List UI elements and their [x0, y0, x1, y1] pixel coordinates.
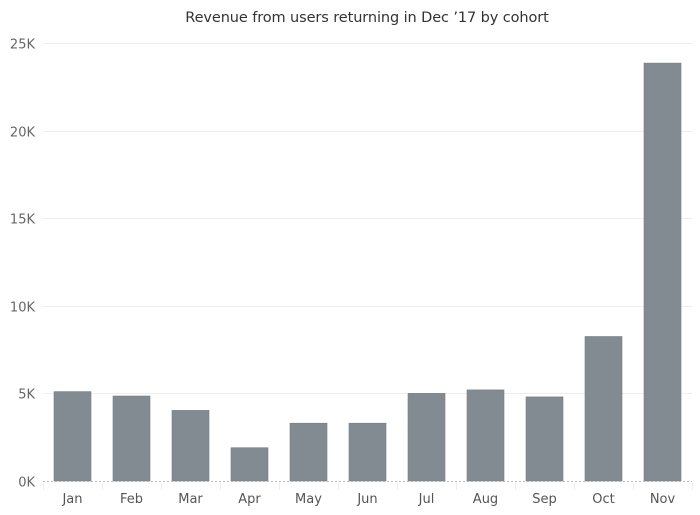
x-tick-label: Nov	[650, 492, 676, 507]
y-tick-label: 0K	[18, 476, 35, 491]
bar-jan[interactable]	[53, 391, 92, 482]
y-tick-label: 20K	[10, 126, 36, 141]
x-tick-label: Jun	[356, 492, 377, 507]
bar-nov[interactable]	[643, 62, 682, 482]
y-tick-label: 25K	[10, 38, 36, 53]
bar-chart: 0K 5K 10K 15K 20K 25K Jan Feb Mar Apr May Jun Jul Au…	[10, 38, 693, 507]
y-axis: 0K 5K 10K 15K 20K 25K	[10, 38, 36, 491]
bar-may[interactable]	[289, 422, 328, 482]
bar-aug[interactable]	[466, 389, 505, 482]
x-axis: Jan Feb Mar Apr May Jun Jul Aug Sep Oct Nov	[43, 483, 693, 507]
x-tick-label: May	[295, 492, 322, 507]
x-tick-label: Sep	[532, 492, 557, 507]
y-tick-label: 10K	[10, 301, 36, 316]
y-tick-label: 5K	[18, 388, 35, 403]
bars	[53, 62, 682, 482]
bar-apr[interactable]	[230, 447, 269, 482]
bar-jun[interactable]	[348, 422, 387, 482]
bar-mar[interactable]	[171, 410, 210, 482]
x-tick-label: Apr	[238, 492, 261, 507]
bar-sep[interactable]	[525, 396, 564, 482]
x-tick-label: Jan	[61, 492, 82, 507]
bar-feb[interactable]	[112, 395, 151, 482]
y-tick-label: 15K	[10, 213, 36, 228]
x-tick-label: Mar	[178, 492, 203, 507]
x-tick-label: Aug	[473, 492, 498, 507]
x-tick-label: Feb	[120, 492, 143, 507]
x-tick-label: Jul	[418, 492, 435, 507]
bar-jul[interactable]	[407, 393, 446, 482]
x-tick-label: Oct	[592, 492, 614, 507]
bar-oct[interactable]	[584, 336, 623, 482]
